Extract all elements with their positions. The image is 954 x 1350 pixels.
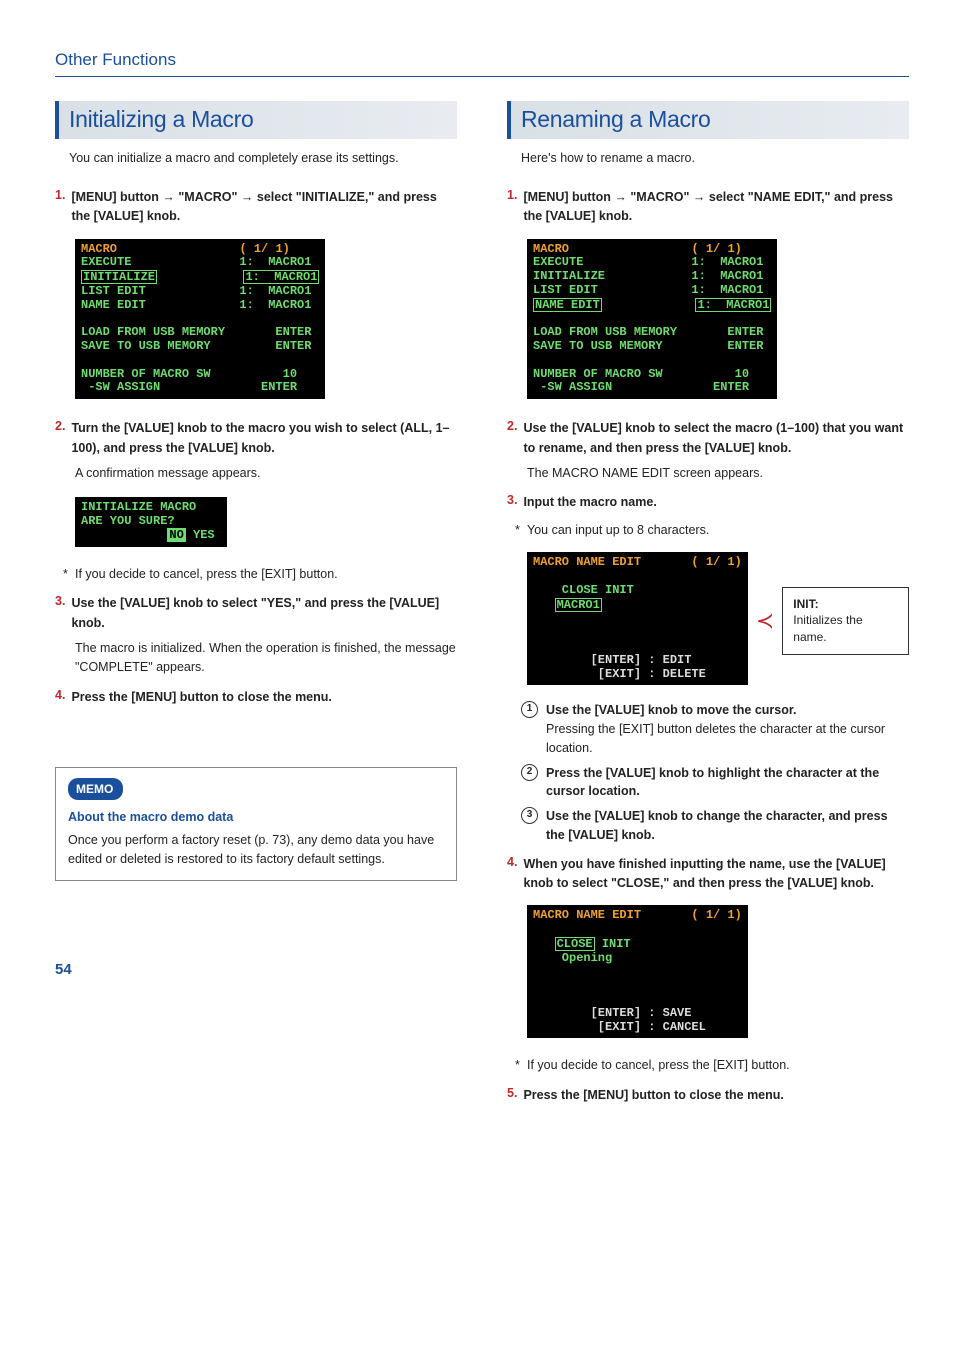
step-text: [MENU] button → "MACRO" → select "NAME E… [523,188,909,227]
substep-body: Use the [VALUE] knob to move the cursor.… [546,701,909,757]
right-column: Renaming a Macro Here's how to rename a … [507,101,909,1111]
step-sub-text: The macro is initialized. When the opera… [75,639,457,678]
step-number: 2. [507,419,517,458]
circled-number: 3 [521,807,538,824]
step-text: Press the [MENU] button to close the men… [523,1086,909,1105]
callout-bracket-icon: ≺ [756,610,774,632]
lcd-screen-name-edit-close: MACRO NAME EDIT ( 1/ 1) CLOSE INIT Openi… [527,905,748,1038]
step-text: Input the macro name. [523,493,909,512]
lcd-screen-confirm: INITIALIZE MACRO ARE YOU SURE? NO YES [75,497,227,546]
substep-body: Press the [VALUE] knob to highlight the … [546,764,909,802]
memo-body: Once you perform a factory reset (p. 73)… [68,831,444,869]
step-number: 4. [55,688,65,707]
intro-text: Here's how to rename a macro. [521,149,909,168]
substep-text: Pressing the [EXIT] button deletes the c… [546,722,885,755]
substep-bold: Use the [VALUE] knob to move the cursor. [546,703,797,717]
note-text: *If you decide to cancel, press the [EXI… [515,1056,909,1075]
step-text: Press the [MENU] button to close the men… [71,688,457,707]
step-number: 1. [507,188,517,227]
substep-body: Use the [VALUE] knob to change the chara… [546,807,909,845]
step-number: 1. [55,188,65,227]
step-sub-text: A confirmation message appears. [75,464,457,483]
step-number: 5. [507,1086,517,1105]
section-title-renaming: Renaming a Macro [507,101,909,139]
lcd-screen-macro: MACRO ( 1/ 1) EXECUTE 1: MACRO1 INITIALI… [75,239,325,400]
memo-title: About the macro demo data [68,808,444,827]
memo-box: MEMO About the macro demo data Once you … [55,767,457,881]
circled-number: 1 [521,701,538,718]
circled-number: 2 [521,764,538,781]
callout-body: Initializes the name. [793,612,898,646]
page-number: 54 [55,961,457,978]
step-number: 3. [55,594,65,633]
step-text: Turn the [VALUE] knob to the macro you w… [71,419,457,458]
step-text: [MENU] button → "MACRO" → select "INITIA… [71,188,457,227]
note-body: If you decide to cancel, press the [EXIT… [75,567,338,581]
callout-box: INIT: Initializes the name. [782,587,909,655]
step-text: Use the [VALUE] knob to select the macro… [523,419,909,458]
step-number: 3. [507,493,517,512]
step-text: When you have finished inputting the nam… [523,855,909,894]
step-sub-text: The MACRO NAME EDIT screen appears. [527,464,909,483]
callout-title: INIT: [793,596,898,613]
lcd-screen-name-edit: MACRO NAME EDIT ( 1/ 1) CLOSE INIT MACRO… [527,552,748,685]
intro-text: You can initialize a macro and completel… [69,149,457,168]
note-body: You can input up to 8 characters. [527,523,709,537]
section-title-initializing: Initializing a Macro [55,101,457,139]
note-body: If you decide to cancel, press the [EXIT… [527,1058,790,1072]
memo-badge: MEMO [68,778,123,800]
note-text: *If you decide to cancel, press the [EXI… [63,565,457,584]
step-number: 4. [507,855,517,894]
left-column: Initializing a Macro You can initialize … [55,101,457,1111]
step-number: 2. [55,419,65,458]
note-text: *You can input up to 8 characters. [515,521,909,540]
page-header: Other Functions [55,50,909,77]
step-text: Use the [VALUE] knob to select "YES," an… [71,594,457,633]
lcd-screen-macro: MACRO ( 1/ 1) EXECUTE 1: MACRO1 INITIALI… [527,239,777,400]
